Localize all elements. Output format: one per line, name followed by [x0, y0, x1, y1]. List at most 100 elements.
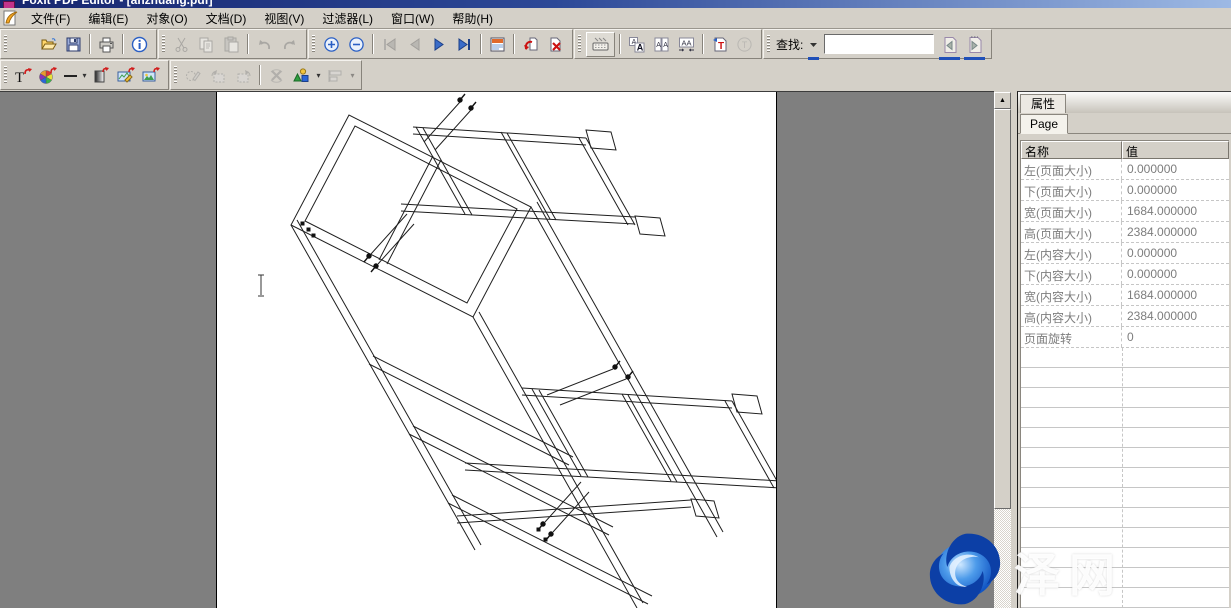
property-row[interactable]: 高(内容大小)2384.000000 [1021, 306, 1229, 327]
align-button[interactable] [324, 64, 347, 87]
properties-panel: 属性 Page 名称 值 左(页面大小)0.000000 下(页面大小)0.00… [1017, 91, 1231, 608]
property-grid-header: 名称 值 [1021, 141, 1229, 159]
toolbar-grip[interactable] [162, 35, 165, 53]
shapes-dropdown[interactable]: ▾ [314, 71, 323, 80]
property-row[interactable]: 下(页面大小)0.000000 [1021, 180, 1229, 201]
char-spacing-button[interactable]: AA [675, 33, 698, 56]
property-row[interactable]: 宽(页面大小)1684.000000 [1021, 201, 1229, 222]
open-button[interactable] [37, 33, 60, 56]
find-next-button[interactable] [963, 33, 986, 56]
rotate-text-button[interactable]: T [733, 33, 756, 56]
last-page-button[interactable] [453, 33, 476, 56]
zoom-out-button[interactable] [345, 33, 368, 56]
tab-properties[interactable]: 属性 [1020, 94, 1066, 113]
find-dropdown-button[interactable] [807, 33, 820, 56]
separator [480, 34, 482, 54]
toolbar-grip[interactable] [312, 35, 315, 53]
property-row[interactable]: 宽(内容大小)1684.000000 [1021, 285, 1229, 306]
separator [89, 34, 91, 54]
property-row[interactable]: 左(页面大小)0.000000 [1021, 159, 1229, 180]
menu-document[interactable]: 文档(D) [197, 8, 256, 29]
property-grid: 名称 值 左(页面大小)0.000000 下(页面大小)0.000000 宽(页… [1020, 140, 1229, 608]
edit-image-button[interactable] [115, 64, 138, 87]
delete-object-button[interactable] [265, 64, 288, 87]
menu-edit[interactable]: 编辑(E) [79, 8, 137, 29]
font-button[interactable]: AA [625, 33, 648, 56]
toolbar-grip[interactable] [767, 35, 770, 53]
add-shading-button[interactable] [90, 64, 113, 87]
property-grid-empty-rows [1021, 348, 1229, 608]
document-icon [2, 10, 19, 27]
clone-object-button[interactable] [182, 64, 205, 87]
keyboard-button[interactable] [586, 32, 615, 57]
new-document-button[interactable] [12, 33, 35, 56]
svg-text:AA: AA [682, 38, 692, 47]
delete-page-button[interactable] [544, 33, 567, 56]
scroll-up-button[interactable]: ▲ [994, 92, 1011, 109]
undo-button[interactable] [253, 33, 276, 56]
toolbar-area: AA AA AA T T 查找: T ▾ [0, 29, 1231, 91]
menu-view[interactable]: 视图(V) [255, 8, 313, 29]
app-icon [3, 1, 15, 8]
redo-button[interactable] [278, 33, 301, 56]
page-toolbar [308, 29, 573, 59]
vertical-scrollbar[interactable]: ▲ [994, 92, 1011, 608]
copy-button[interactable] [195, 33, 218, 56]
toolbar-grip[interactable] [4, 35, 7, 53]
property-row[interactable]: 页面旋转0 [1021, 327, 1229, 348]
add-text-button[interactable]: T [12, 64, 35, 87]
font-width-button[interactable]: AA [650, 33, 673, 56]
up-arrow-icon: ▲ [999, 97, 1006, 104]
add-image-button[interactable] [140, 64, 163, 87]
paste-button[interactable] [220, 33, 243, 56]
next-page-button[interactable] [428, 33, 451, 56]
separator [372, 34, 374, 54]
menu-help[interactable]: 帮助(H) [443, 8, 502, 29]
toolbar-grip[interactable] [4, 66, 7, 84]
rotate-left-button[interactable] [207, 64, 230, 87]
svg-text:A: A [637, 42, 644, 52]
property-row[interactable]: 左(内容大小)0.000000 [1021, 243, 1229, 264]
add-color-button[interactable] [37, 64, 60, 87]
property-row[interactable]: 下(内容大小)0.000000 [1021, 264, 1229, 285]
toolbar-row-2: T ▾ ▾ ▾ [0, 60, 1231, 90]
toolbar-grip[interactable] [578, 35, 581, 53]
cut-button[interactable] [170, 33, 193, 56]
menu-object[interactable]: 对象(O) [137, 8, 196, 29]
menu-filter[interactable]: 过滤器(L) [313, 8, 382, 29]
scrollbar-thumb[interactable] [994, 109, 1011, 509]
panel-subtabstrip: Page [1018, 113, 1231, 134]
info-button[interactable] [128, 33, 151, 56]
save-button[interactable] [62, 33, 85, 56]
print-button[interactable] [95, 33, 118, 56]
separator [259, 65, 261, 85]
find-toolbar: 查找: [763, 29, 992, 59]
toolbar-grip[interactable] [174, 66, 177, 84]
document-canvas[interactable] [0, 91, 994, 608]
toolbar-row-1: AA AA AA T T 查找: [0, 29, 1231, 59]
rotate-right-button[interactable] [232, 64, 255, 87]
svg-text:A: A [663, 42, 668, 49]
shapes-button[interactable] [290, 64, 313, 87]
line-style-dropdown[interactable]: ▾ [80, 71, 89, 80]
tab-page[interactable]: Page [1020, 114, 1068, 134]
pdf-page[interactable] [216, 92, 777, 608]
align-dropdown[interactable]: ▾ [348, 71, 357, 80]
column-value: 值 [1122, 141, 1229, 159]
line-style-button[interactable] [62, 64, 79, 87]
find-prev-button[interactable] [938, 33, 961, 56]
svg-text:T: T [718, 41, 724, 52]
find-input[interactable] [824, 34, 934, 54]
property-row[interactable]: 高(页面大小)2384.000000 [1021, 222, 1229, 243]
zoom-in-button[interactable] [320, 33, 343, 56]
page-properties-button[interactable] [486, 33, 509, 56]
menu-file[interactable]: 文件(F) [22, 8, 79, 29]
insert-text-button[interactable]: T [708, 33, 731, 56]
first-page-button[interactable] [378, 33, 401, 56]
menu-window[interactable]: 窗口(W) [382, 8, 443, 29]
window-title: Foxit PDF Editor - [anzhuang.pdf] [22, 0, 213, 7]
import-page-button[interactable] [519, 33, 542, 56]
svg-text:A: A [656, 42, 661, 49]
prev-page-button[interactable] [403, 33, 426, 56]
text-cursor [258, 275, 264, 296]
